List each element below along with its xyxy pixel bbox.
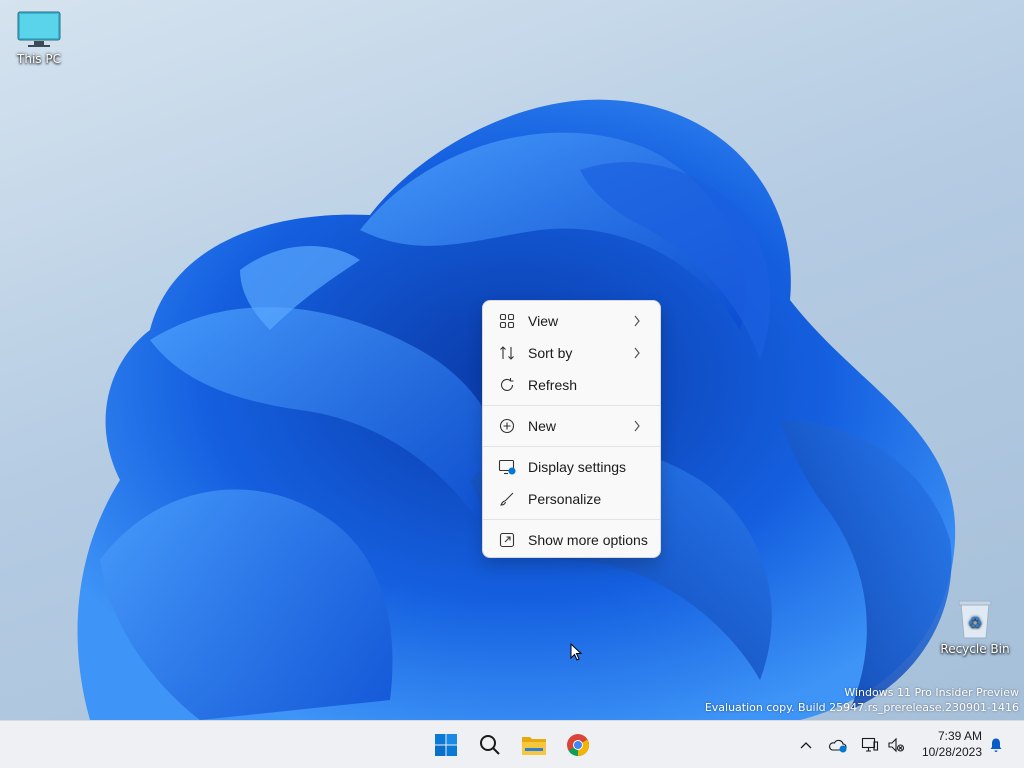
- show-hidden-icons-button[interactable]: [794, 733, 818, 757]
- plus-circle-icon: [497, 416, 517, 436]
- desktop-icon-recycle-bin[interactable]: ♻ Recycle Bin: [938, 598, 1012, 656]
- chrome-button[interactable]: [560, 727, 596, 763]
- file-explorer-icon: [522, 737, 546, 755]
- desktop-icon-label: This PC: [17, 52, 61, 66]
- bell-icon: [990, 738, 1002, 752]
- sort-icon: [497, 343, 517, 363]
- menu-item-personalize[interactable]: Personalize: [487, 483, 656, 515]
- mouse-cursor-icon: [570, 643, 582, 661]
- watermark-build: Evaluation copy. Build 25947.rs_prerelea…: [704, 701, 1019, 714]
- desktop-icon-label: Recycle Bin: [940, 642, 1010, 656]
- onedrive-tray[interactable]: [826, 733, 850, 757]
- menu-item-refresh[interactable]: Refresh: [487, 369, 656, 401]
- notifications-button[interactable]: [984, 733, 1008, 757]
- svg-text:♻: ♻: [968, 613, 982, 632]
- volume-muted-icon: [888, 737, 905, 753]
- start-button[interactable]: [428, 727, 464, 763]
- monitor-icon: [17, 11, 61, 47]
- menu-item-label: View: [528, 313, 559, 329]
- menu-item-display-settings[interactable]: Display settings: [487, 451, 656, 483]
- display-settings-icon: [497, 457, 517, 477]
- network-icon: [861, 737, 879, 752]
- recycle-bin-icon: ♻: [958, 600, 992, 639]
- menu-separator: [483, 519, 660, 520]
- menu-item-view[interactable]: View: [487, 305, 656, 337]
- search-icon: [480, 735, 500, 755]
- menu-separator: [483, 405, 660, 406]
- search-button[interactable]: [472, 727, 508, 763]
- menu-item-label: Personalize: [528, 491, 602, 507]
- grid-icon: [497, 311, 517, 331]
- menu-separator: [483, 446, 660, 447]
- menu-item-label: Display settings: [528, 459, 627, 475]
- clock[interactable]: 7:39 AM 10/28/2023: [910, 728, 982, 760]
- chrome-icon: [567, 734, 589, 756]
- menu-item-new[interactable]: New: [487, 410, 656, 442]
- chevron-right-icon: [634, 420, 640, 432]
- onedrive-icon: [828, 739, 847, 753]
- start-icon: [435, 734, 457, 756]
- watermark-edition: Windows 11 Pro Insider Preview: [844, 686, 1019, 699]
- file-explorer-button[interactable]: [516, 727, 552, 763]
- chevron-right-icon: [634, 347, 640, 359]
- menu-item-sort-by[interactable]: Sort by: [487, 337, 656, 369]
- clock-time: 7:39 AM: [937, 729, 982, 743]
- clock-date: 10/28/2023: [921, 745, 982, 759]
- refresh-icon: [497, 375, 517, 395]
- brush-icon: [497, 489, 517, 509]
- menu-item-label: New: [528, 418, 557, 434]
- menu-item-label: Sort by: [528, 345, 573, 361]
- desktop-icon-this-pc[interactable]: This PC: [2, 10, 76, 66]
- desktop-context-menu: View Sort by Refresh New Display setting…: [482, 300, 661, 558]
- chevron-up-icon: [800, 742, 812, 749]
- chevron-right-icon: [634, 315, 640, 327]
- menu-item-show-more-options[interactable]: Show more options: [487, 524, 656, 556]
- volume-tray[interactable]: [884, 733, 908, 757]
- menu-item-label: Show more options: [528, 532, 648, 548]
- menu-item-label: Refresh: [528, 377, 578, 393]
- network-tray[interactable]: [858, 733, 882, 757]
- expand-icon: [497, 530, 517, 550]
- taskbar: 7:39 AM 10/28/2023: [0, 720, 1024, 768]
